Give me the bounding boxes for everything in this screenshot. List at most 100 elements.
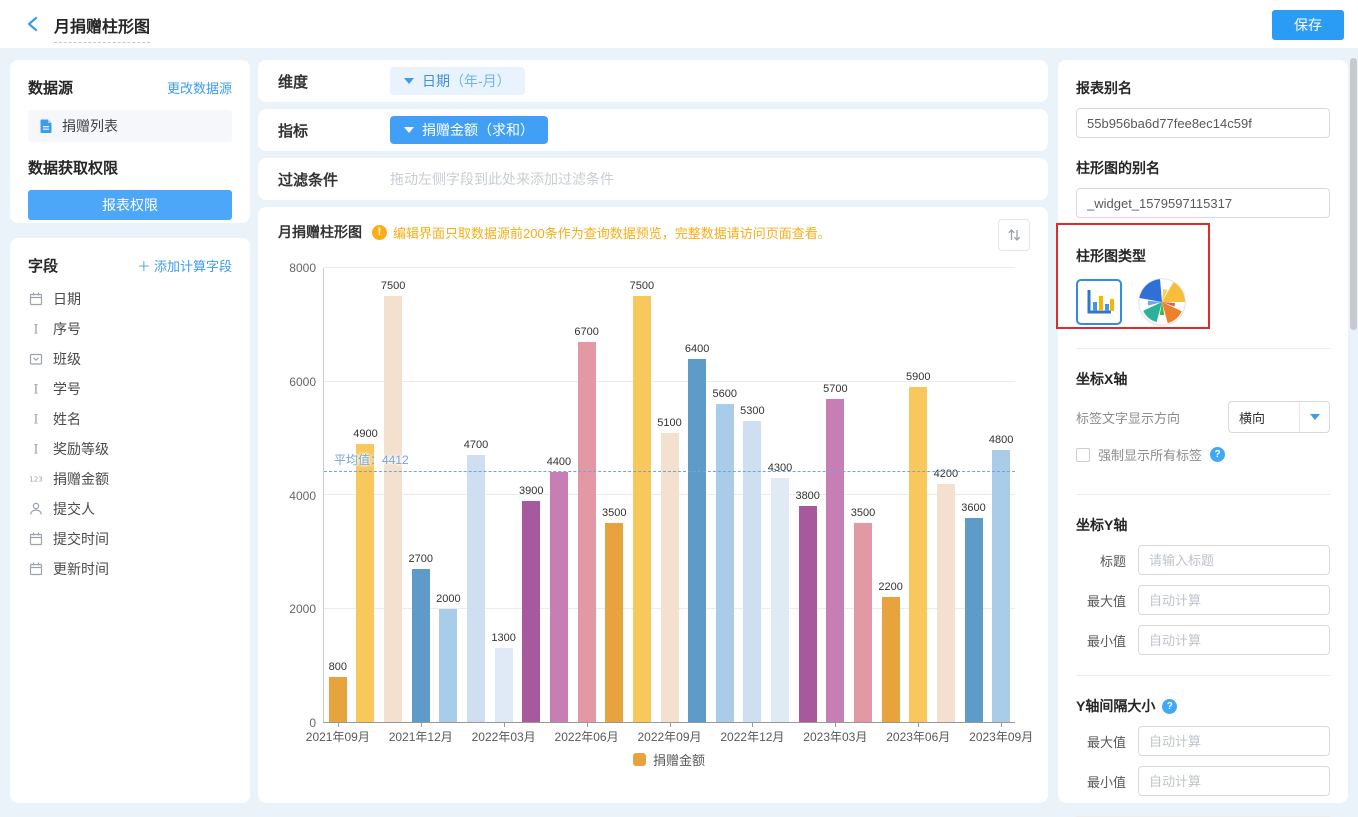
calendar-icon bbox=[28, 531, 44, 547]
field-item[interactable]: 123捐赠金额 bbox=[28, 464, 232, 494]
change-datasource-link[interactable]: 更改数据源 bbox=[167, 78, 232, 97]
field-label: 奖励等级 bbox=[53, 439, 109, 459]
y-interval-min-input[interactable] bbox=[1138, 766, 1330, 796]
permission-title: 数据获取权限 bbox=[28, 157, 232, 178]
preview-warning-text: 编辑界面只取数据源前200条作为查询数据预览，完整数据请访问页面查看。 bbox=[393, 223, 831, 242]
back-chevron-icon bbox=[24, 14, 44, 34]
svg-text:I: I bbox=[33, 443, 38, 458]
x-axis-tick bbox=[504, 722, 505, 727]
bar-value-label: 5900 bbox=[906, 371, 930, 383]
topbar: 月捐赠柱形图 保存 bbox=[0, 0, 1358, 48]
bar bbox=[467, 455, 485, 722]
label-direction-value: 横向 bbox=[1229, 408, 1299, 427]
select-caret-zone[interactable] bbox=[1299, 402, 1329, 432]
widget-alias-input[interactable] bbox=[1076, 188, 1330, 218]
y-axis-min-input[interactable] bbox=[1138, 625, 1330, 655]
bar-value-label: 5700 bbox=[823, 383, 847, 395]
y-axis-caption-input[interactable] bbox=[1138, 545, 1330, 575]
help-icon[interactable]: ? bbox=[1210, 447, 1225, 462]
bar-value-label: 3900 bbox=[519, 485, 543, 497]
svg-text:I: I bbox=[33, 323, 38, 338]
help-icon[interactable]: ? bbox=[1162, 699, 1177, 714]
select-icon bbox=[28, 351, 44, 367]
force-labels-checkbox[interactable] bbox=[1076, 448, 1090, 462]
pie-chart-type-button[interactable] bbox=[1138, 278, 1186, 326]
bar-value-label: 3800 bbox=[795, 490, 819, 502]
field-item[interactable]: 提交人 bbox=[28, 494, 232, 524]
y-interval-min-label: 最小值 bbox=[1076, 772, 1126, 791]
bar bbox=[799, 506, 817, 722]
bar-chart-icon bbox=[1082, 285, 1116, 319]
field-label: 学号 bbox=[53, 379, 81, 399]
report-alias-label: 报表别名 bbox=[1076, 78, 1330, 98]
pie-chart-icon bbox=[1138, 278, 1186, 326]
bar-value-label: 5100 bbox=[657, 417, 681, 429]
gridline bbox=[324, 267, 1015, 268]
legend-label: 捐赠金额 bbox=[653, 750, 705, 769]
average-line-label: 平均值：4412 bbox=[334, 451, 409, 468]
x-tick-label: 2023年09月 bbox=[969, 728, 1033, 745]
filter-row[interactable]: 过滤条件 拖动左侧字段到此处来添加过滤条件 bbox=[258, 158, 1048, 200]
field-item[interactable]: I 学号 bbox=[28, 374, 232, 404]
bar bbox=[439, 609, 457, 723]
force-labels-label: 强制显示所有标签 bbox=[1098, 445, 1202, 464]
y-interval-max-input[interactable] bbox=[1138, 726, 1330, 756]
plus-icon: ＋ bbox=[137, 259, 150, 274]
calendar-icon bbox=[28, 291, 44, 307]
report-alias-input[interactable] bbox=[1076, 108, 1330, 138]
label-direction-select[interactable]: 横向 bbox=[1228, 401, 1330, 433]
bar-value-label: 2200 bbox=[878, 581, 902, 593]
number-icon: 123 bbox=[28, 471, 44, 487]
field-item[interactable]: 班级 bbox=[28, 344, 232, 374]
bar-value-label: 4200 bbox=[934, 468, 958, 480]
chevron-down-icon bbox=[404, 127, 414, 133]
filter-label: 过滤条件 bbox=[258, 169, 390, 190]
bar bbox=[356, 444, 374, 722]
x-axis-tick bbox=[918, 722, 919, 727]
svg-text:I: I bbox=[33, 383, 38, 398]
field-item[interactable]: 提交时间 bbox=[28, 524, 232, 554]
svg-text:123: 123 bbox=[29, 475, 43, 484]
bar-value-label: 3600 bbox=[961, 502, 985, 514]
field-item[interactable]: I序号 bbox=[28, 314, 232, 344]
bar-value-label: 5600 bbox=[713, 388, 737, 400]
datasource-item[interactable]: 捐赠列表 bbox=[28, 110, 232, 142]
report-permission-button[interactable]: 报表权限 bbox=[28, 190, 232, 220]
sort-button[interactable] bbox=[998, 219, 1030, 251]
field-item[interactable]: 日期 bbox=[28, 284, 232, 314]
y-interval-title: Y轴间隔大小 bbox=[1076, 696, 1155, 716]
save-button[interactable]: 保存 bbox=[1272, 10, 1344, 40]
bar bbox=[633, 296, 651, 722]
bar bbox=[605, 523, 623, 722]
x-axis-tick bbox=[338, 722, 339, 727]
x-axis-tick bbox=[1001, 722, 1002, 727]
x-axis-tick bbox=[421, 722, 422, 727]
text-icon: I bbox=[28, 381, 44, 397]
scrollbar-thumb[interactable] bbox=[1350, 58, 1357, 330]
y-tick-label: 2000 bbox=[258, 602, 316, 616]
add-calc-field-link[interactable]: ＋ 添加计算字段 bbox=[137, 256, 232, 275]
field-item[interactable]: 更新时间 bbox=[28, 554, 232, 584]
x-tick-label: 2022年09月 bbox=[637, 728, 701, 745]
y-interval-max-label: 最大值 bbox=[1076, 732, 1126, 751]
bar bbox=[661, 433, 679, 722]
field-item[interactable]: I姓名 bbox=[28, 404, 232, 434]
metric-tag[interactable]: 捐赠金额（求和） bbox=[390, 116, 548, 144]
dimension-tag[interactable]: 日期（年-月） bbox=[390, 67, 525, 95]
chart-plot: 8004900750027002000470013003900440067003… bbox=[323, 268, 1015, 723]
field-item[interactable]: I 奖励等级 bbox=[28, 434, 232, 464]
legend-item[interactable]: 捐赠金额 bbox=[633, 750, 705, 769]
x-axis-title: 坐标X轴 bbox=[1076, 369, 1330, 389]
bar bbox=[965, 518, 983, 722]
filter-drop-placeholder: 拖动左侧字段到此处来添加过滤条件 bbox=[390, 169, 614, 189]
back-button[interactable] bbox=[24, 14, 44, 34]
bar-value-label: 6700 bbox=[574, 326, 598, 338]
bar-value-label: 3500 bbox=[602, 507, 626, 519]
y-axis-max-input[interactable] bbox=[1138, 585, 1330, 615]
y-axis-caption-label: 标题 bbox=[1076, 551, 1126, 570]
settings-card: 报表别名 柱形图的别名 柱形图类型 bbox=[1058, 60, 1348, 803]
datasource-card: 数据源 更改数据源 捐赠列表 数据获取权限 报表权限 bbox=[10, 60, 250, 223]
legend-swatch bbox=[633, 753, 646, 766]
bar-chart-type-button[interactable] bbox=[1076, 279, 1122, 325]
field-label: 更新时间 bbox=[53, 559, 109, 579]
